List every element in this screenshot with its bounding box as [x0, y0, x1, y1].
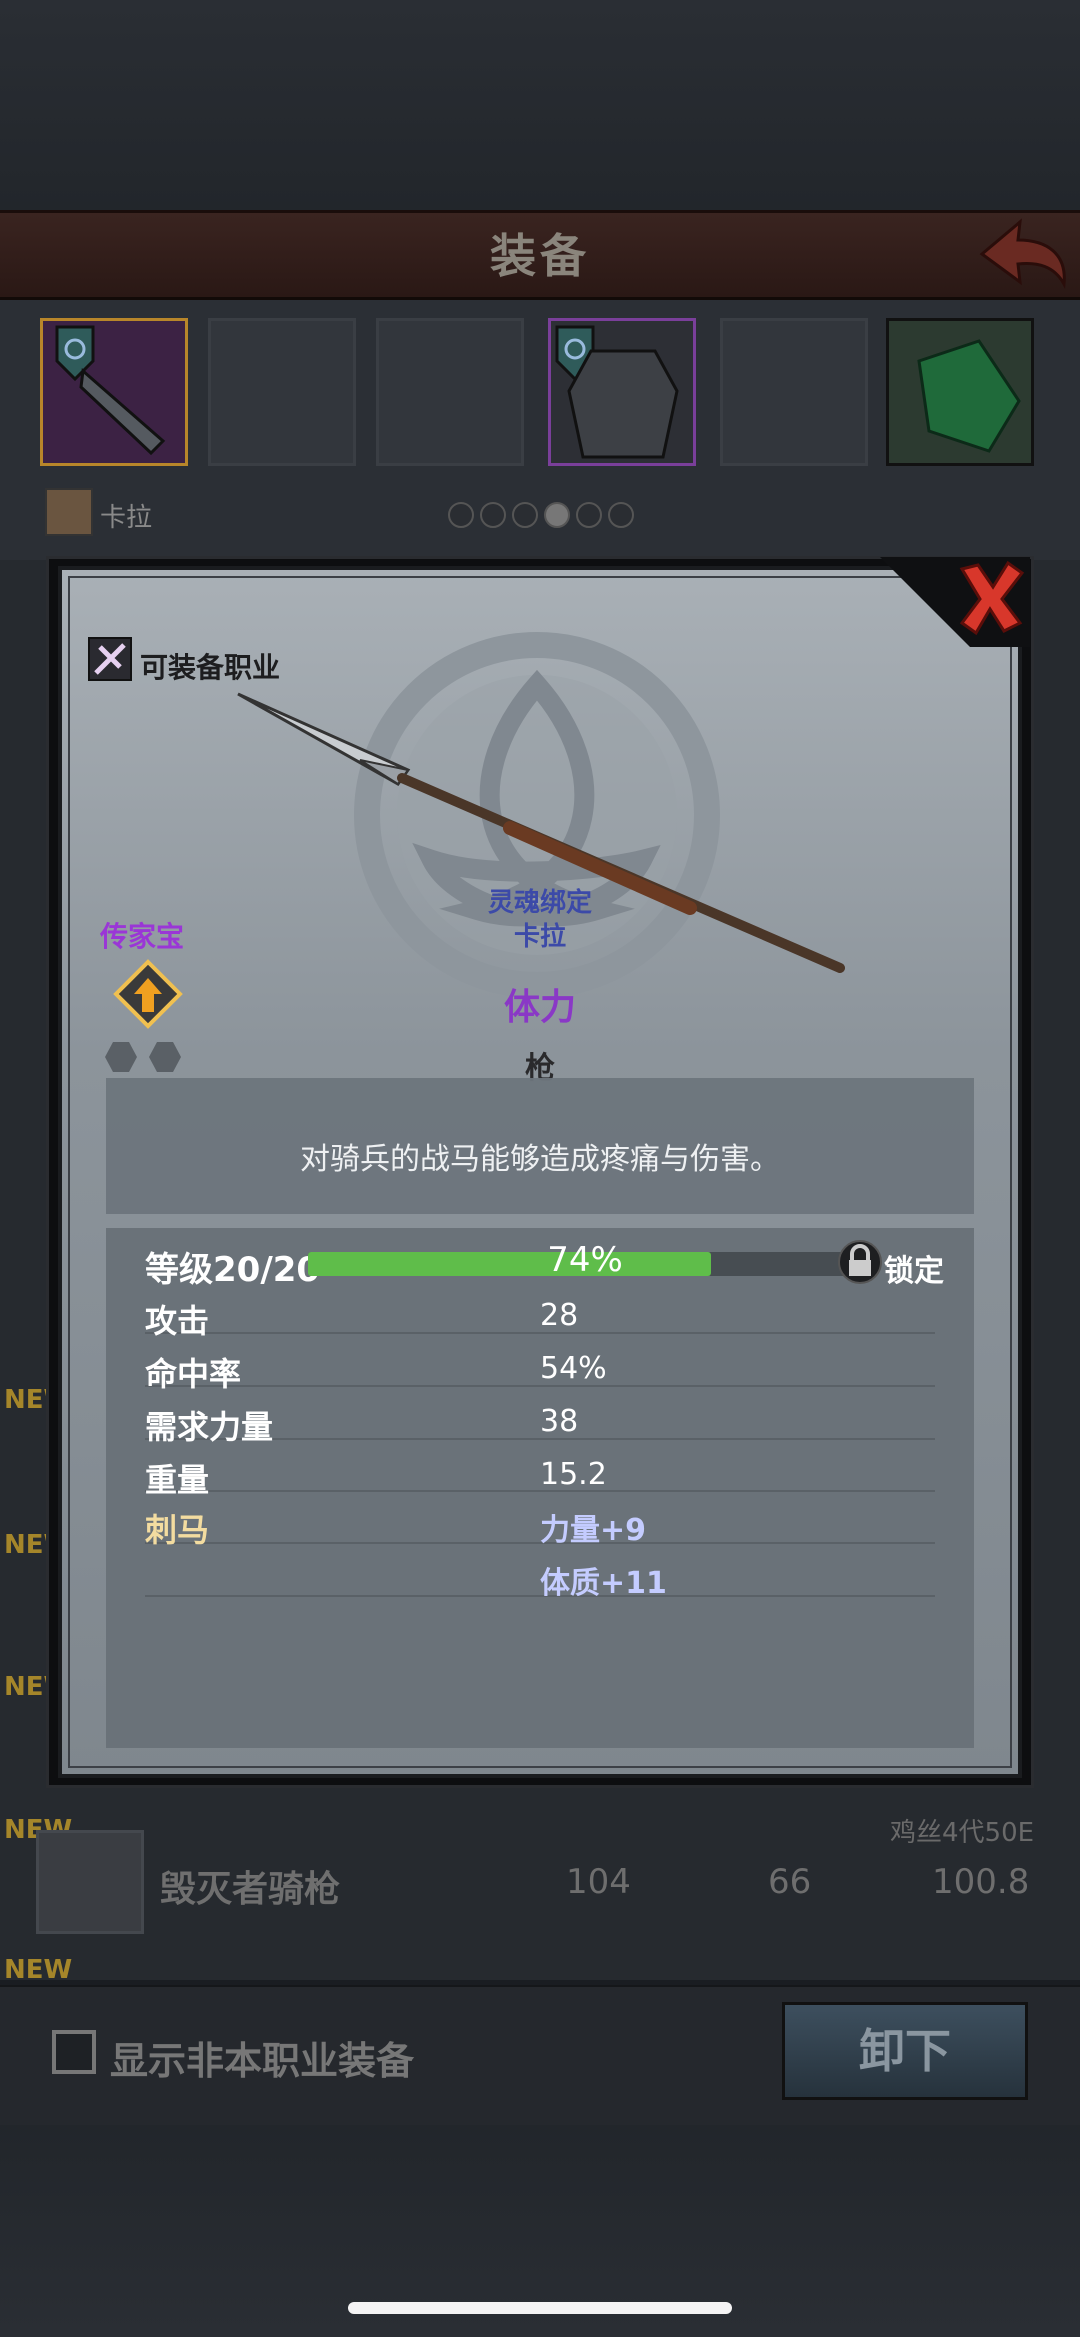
show-other-class-checkbox[interactable]: [52, 2030, 96, 2074]
xp-bar: [308, 1252, 712, 1276]
show-other-class-label: 显示非本职业装备: [110, 2039, 415, 2083]
socket-icon: [149, 1042, 181, 1072]
back-arrow-icon[interactable]: [972, 214, 1072, 290]
shield-icon: [555, 325, 679, 459]
home-indicator[interactable]: [348, 2302, 732, 2314]
slot-accessory[interactable]: [886, 318, 1034, 466]
heirloom-label: 传家宝: [100, 920, 185, 953]
unequip-button[interactable]: 卸下: [782, 2002, 1028, 2100]
slot-helmet[interactable]: [376, 318, 524, 466]
heirloom-icon[interactable]: [112, 958, 184, 1030]
list-item-weight: 100.8: [932, 1862, 1030, 1902]
soul-bind-label: 灵魂绑定 卡拉: [460, 886, 620, 954]
stat-req-value: 38: [540, 1404, 579, 1439]
new-tag: NEW: [4, 1955, 73, 1985]
class-icon[interactable]: [88, 637, 132, 681]
slot-armor[interactable]: [548, 318, 696, 466]
page-dot-active[interactable]: [544, 502, 570, 528]
list-item-hit: 66: [768, 1862, 812, 1902]
list-item-sub: 鸡丝4代50E: [890, 1818, 1035, 1848]
top-backdrop: [0, 0, 1080, 210]
page-dot[interactable]: [480, 502, 506, 528]
stat-attack-value: 28: [540, 1298, 579, 1333]
soul-bind-owner: 卡拉: [513, 922, 566, 952]
item-description: 对骑兵的战马能够造成疼痛与伤害。: [300, 1142, 780, 1177]
socket-icon: [105, 1042, 137, 1072]
slot-weapon[interactable]: [40, 318, 188, 466]
slot-shield[interactable]: [208, 318, 356, 466]
page-dot[interactable]: [512, 502, 538, 528]
page-dot[interactable]: [448, 502, 474, 528]
stat-hit-value: 54%: [540, 1351, 607, 1386]
stat-type: 体力: [503, 987, 576, 1028]
list-item-attack: 104: [566, 1862, 631, 1902]
avatar: [45, 488, 93, 536]
xp-percent: 74%: [547, 1240, 623, 1280]
shield-icon: [55, 325, 166, 456]
page-dots: [448, 502, 640, 532]
page-dot[interactable]: [576, 502, 602, 528]
close-icon[interactable]: [880, 557, 1030, 647]
perk-value-2: 体质+11: [540, 1566, 667, 1601]
soul-bind-text: 灵魂绑定: [487, 888, 592, 918]
character-name: 卡拉: [100, 503, 153, 533]
lock-icon[interactable]: [838, 1240, 882, 1284]
lance-icon[interactable]: [36, 1830, 144, 1934]
slot-gloves[interactable]: [720, 318, 868, 466]
stat-weight-value: 15.2: [540, 1457, 607, 1492]
page-dot[interactable]: [608, 502, 634, 528]
page-title: 装备: [490, 229, 590, 283]
perk-value-1: 力量+9: [540, 1513, 647, 1548]
gem-icon: [917, 339, 1021, 453]
list-item-name[interactable]: 毁灭者骑枪: [160, 1860, 340, 1912]
